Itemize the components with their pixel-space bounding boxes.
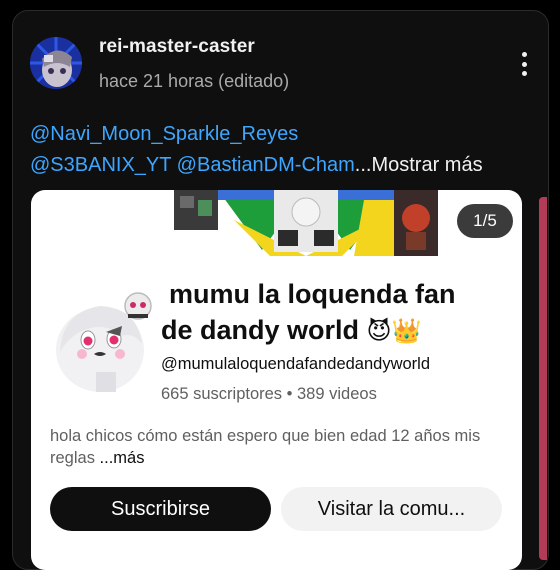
visit-community-button[interactable]: Visitar la comu... <box>281 487 502 531</box>
subscribe-button[interactable]: Suscribirse <box>50 487 271 531</box>
channel-name-line1: mumu la loquenda fan <box>169 279 456 309</box>
mention-link[interactable]: @S3BANIX_YT <box>30 154 171 176</box>
post-timestamp: hace 21 horas (editado) <box>99 71 290 91</box>
mention-link[interactable]: @BastianDM-Cham <box>177 154 355 176</box>
author-avatar-image <box>30 37 82 89</box>
next-carousel-card-edge[interactable] <box>539 197 547 560</box>
author-avatar[interactable] <box>30 37 82 89</box>
channel-name-emojis: 😈👑 <box>366 317 422 345</box>
description-more-link[interactable]: ...más <box>100 449 145 467</box>
channel-name-line2: de dandy world <box>161 315 360 345</box>
show-more-button[interactable]: Mostrar más <box>371 154 482 176</box>
channel-name[interactable]: mumu la loquenda fan de dandy world 😈👑 <box>161 276 511 349</box>
channel-description[interactable]: hola chicos cómo están espero que bien e… <box>50 425 510 469</box>
mention-link[interactable]: @Navi_Moon_Sparkle_Reyes <box>30 123 298 145</box>
channel-avatar[interactable] <box>50 292 162 392</box>
channel-banner-image <box>174 190 438 256</box>
author-name[interactable]: rei-master-caster <box>99 36 255 58</box>
channel-stats: 665 suscriptores • 389 videos <box>161 385 377 403</box>
carousel-counter: 1/5 <box>457 204 513 238</box>
more-vert-icon[interactable] <box>514 50 534 78</box>
post-text: @Navi_Moon_Sparkle_Reyes @S3BANIX_YT @Ba… <box>30 119 530 181</box>
ellipsis: ... <box>354 154 372 176</box>
channel-handle: @mumulaloquendafandedandyworld <box>161 355 431 373</box>
channel-carousel-card[interactable]: 1/5 mumu la loquenda fan de dandy world … <box>31 190 522 570</box>
